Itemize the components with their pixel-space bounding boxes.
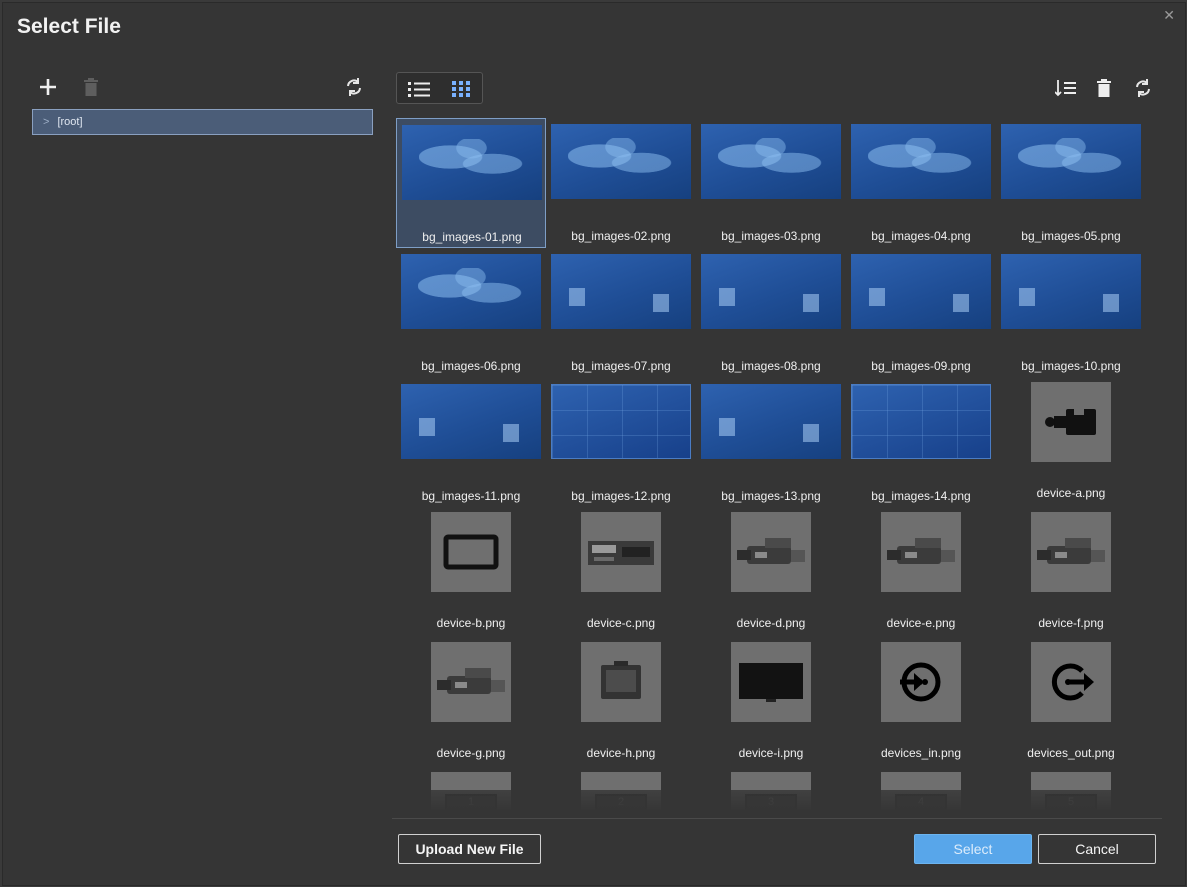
file-name-label: bg_images-09.png (871, 359, 971, 373)
file-name-label: bg_images-05.png (1021, 229, 1121, 243)
file-tile[interactable]: device-h.png (546, 638, 696, 768)
file-name-label: bg_images-07.png (571, 359, 671, 373)
image-thumbnail (701, 254, 841, 329)
grid-view-icon[interactable] (443, 78, 479, 100)
file-tile[interactable]: bg_images-14.png (846, 378, 996, 508)
file-tile[interactable]: device-d.png (696, 508, 846, 638)
select-button[interactable]: Select (914, 834, 1032, 864)
display-icon (731, 642, 811, 722)
file-name-label: device-e.png (886, 616, 956, 630)
file-tile[interactable]: bg_images-06.png (396, 248, 546, 378)
camcorder-icon (731, 512, 811, 592)
file-tile[interactable]: bg_images-05.png (996, 118, 1146, 248)
tree-item-root[interactable]: > [root] (32, 109, 373, 135)
file-grid: bg_images-01.png bg_images-02.png bg_image… (392, 114, 1160, 810)
file-name-label: devices_out.png (1027, 746, 1115, 760)
file-name-label: bg_images-13.png (721, 489, 821, 503)
image-thumbnail (551, 254, 691, 329)
file-name-label: bg_images-08.png (721, 359, 821, 373)
file-name-label: bg_images-11.png (421, 489, 521, 503)
file-tile[interactable]: device-i.png (696, 638, 846, 768)
file-tile[interactable]: devices_out.png (996, 638, 1146, 768)
file-name-label: bg_images-03.png (721, 229, 821, 243)
file-tile[interactable]: device-f.png (996, 508, 1146, 638)
file-tile[interactable]: bg_images-03.png (696, 118, 846, 248)
file-name-label: bg_images-10.png (1021, 359, 1121, 373)
file-name-label: bg_images-06.png (421, 359, 521, 373)
file-tile[interactable]: device-b.png (396, 508, 546, 638)
file-name-label: device-c.png (586, 616, 656, 630)
file-name-label: device-a.png (1036, 486, 1106, 500)
sort-icon[interactable] (1052, 74, 1080, 102)
field-monitor-icon (581, 642, 661, 722)
file-tile[interactable]: bg_images-02.png (546, 118, 696, 248)
file-tile[interactable]: bg_images-10.png (996, 248, 1146, 378)
file-grid-area[interactable]: bg_images-01.png bg_images-02.png bg_image… (392, 114, 1160, 810)
file-tile[interactable]: bg_images-12.png (546, 378, 696, 508)
image-thumbnail (401, 384, 541, 459)
chevron-right-icon[interactable]: > (43, 116, 49, 128)
file-name-label: device-b.png (436, 616, 506, 630)
camcorder-icon (1031, 512, 1111, 592)
file-tile[interactable]: devices_in.png (846, 638, 996, 768)
trash-icon[interactable] (1092, 74, 1116, 102)
refresh-icon[interactable] (1130, 74, 1156, 102)
file-tile[interactable]: bg_images-08.png (696, 248, 846, 378)
file-tile[interactable]: device-c.png (546, 508, 696, 638)
file-tile[interactable]: bg_images-01.png (396, 118, 546, 248)
image-thumbnail (1001, 254, 1141, 329)
tree-item-label: [root] (57, 116, 83, 128)
close-icon[interactable]: ✕ (1163, 7, 1175, 24)
camcorder-icon (431, 642, 511, 722)
file-name-label: device-h.png (586, 746, 656, 760)
file-tile[interactable]: bg_images-11.png (396, 378, 546, 508)
camcorder-icon (881, 512, 961, 592)
folder-toolbar (36, 74, 376, 104)
footer-divider (392, 818, 1162, 819)
image-thumbnail (851, 384, 991, 459)
monitor-outline-icon (431, 512, 511, 592)
image-thumbnail (401, 254, 541, 329)
image-thumbnail (851, 124, 991, 199)
file-name-label: bg_images-01.png (422, 230, 522, 244)
refresh-icon[interactable] (342, 74, 366, 100)
list-view-icon[interactable] (401, 78, 437, 100)
upload-new-file-button[interactable]: Upload New File (398, 834, 541, 864)
output-arrow-icon (1031, 642, 1111, 722)
file-name-label: device-i.png (738, 746, 804, 760)
file-name-label: bg_images-14.png (871, 489, 971, 503)
image-thumbnail (701, 124, 841, 199)
image-thumbnail (551, 124, 691, 199)
file-name-label: device-d.png (736, 616, 806, 630)
image-thumbnail (851, 254, 991, 329)
view-toggle (396, 72, 483, 104)
file-name-label: device-f.png (1038, 616, 1104, 630)
file-name-label: bg_images-12.png (571, 489, 671, 503)
file-name-label: devices_in.png (880, 746, 962, 760)
input-arrow-icon (881, 642, 961, 722)
scroll-fade (392, 790, 1160, 812)
file-tile[interactable]: bg_images-04.png (846, 118, 996, 248)
file-tile[interactable]: device-g.png (396, 638, 546, 768)
file-tile[interactable]: bg_images-07.png (546, 248, 696, 378)
dialog-title: Select File (17, 15, 121, 38)
camera-icon (1031, 382, 1111, 462)
file-name-label: device-g.png (436, 746, 506, 760)
file-tile[interactable]: bg_images-09.png (846, 248, 996, 378)
file-tile[interactable]: device-e.png (846, 508, 996, 638)
trash-icon[interactable] (80, 74, 102, 100)
file-name-label: bg_images-02.png (571, 229, 671, 243)
image-thumbnail (551, 384, 691, 459)
file-tile[interactable]: bg_images-13.png (696, 378, 846, 508)
file-name-label: bg_images-04.png (871, 229, 971, 243)
file-tile[interactable]: device-a.png (996, 378, 1146, 508)
file-toolbar (1046, 74, 1166, 104)
image-thumbnail (701, 384, 841, 459)
image-thumbnail (1001, 124, 1141, 199)
deck-icon (581, 512, 661, 592)
image-thumbnail (402, 125, 542, 200)
plus-icon[interactable] (36, 74, 60, 100)
cancel-button[interactable]: Cancel (1038, 834, 1156, 864)
